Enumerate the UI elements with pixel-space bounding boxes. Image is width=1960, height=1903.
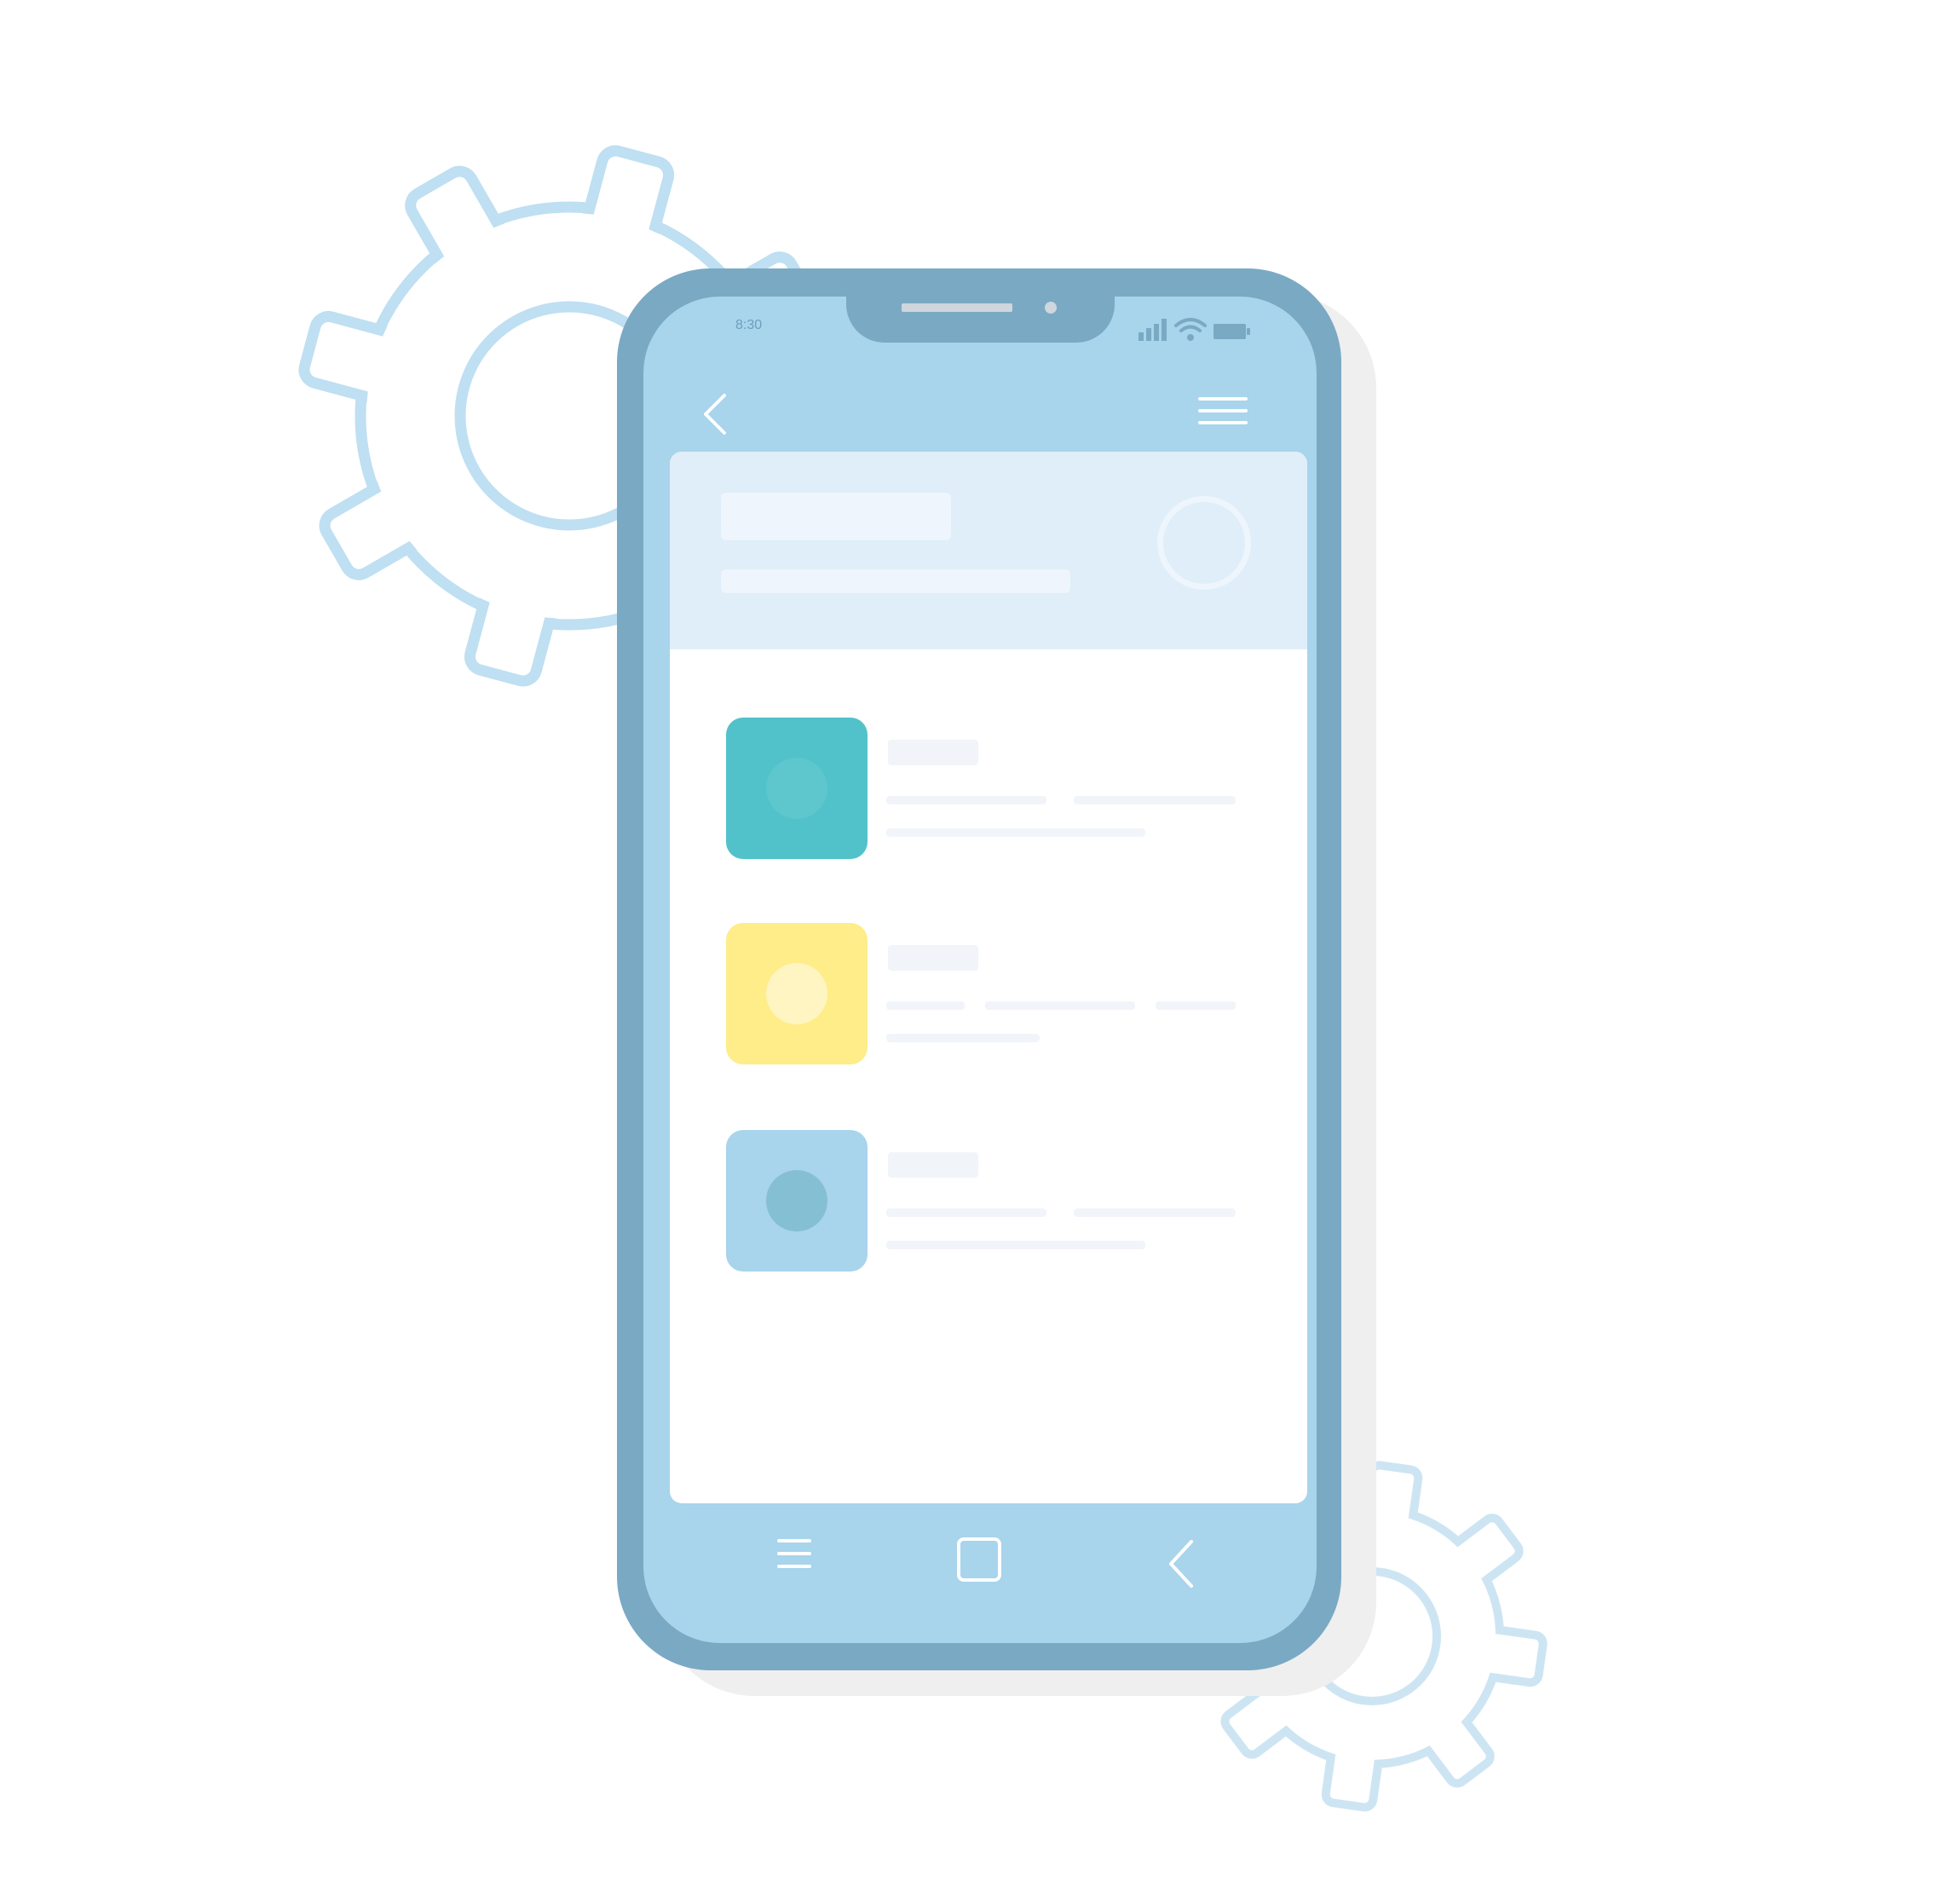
back-button[interactable] [700, 392, 731, 436]
text-line [985, 1001, 1135, 1010]
signal-bars-icon [1139, 319, 1167, 341]
header-title-placeholder [721, 493, 951, 540]
item-thumbnail [726, 923, 868, 1064]
item-title-placeholder [888, 945, 978, 971]
item-thumbnail [726, 718, 868, 859]
status-time: 8:30 [735, 318, 763, 332]
front-camera [1045, 302, 1057, 314]
item-thumbnail [726, 1130, 868, 1272]
avatar[interactable] [1157, 496, 1251, 590]
nav-menu-button[interactable] [777, 1539, 811, 1577]
menu-button[interactable] [1198, 397, 1248, 433]
item-dot [766, 1170, 827, 1231]
text-line [886, 1208, 1046, 1217]
text-line [886, 828, 1145, 837]
item-dot [766, 758, 827, 819]
text-line [886, 796, 1046, 804]
text-line [886, 1001, 965, 1010]
item-title-placeholder [888, 1152, 978, 1178]
wifi-icon [1174, 318, 1207, 341]
nav-back-button[interactable] [1166, 1538, 1196, 1589]
item-dot [766, 963, 827, 1024]
list-item[interactable] [670, 1130, 1307, 1272]
list-item[interactable] [670, 718, 1307, 859]
list-item[interactable] [670, 923, 1307, 1064]
text-line [1074, 796, 1236, 804]
profile-header [670, 452, 1307, 649]
text-line [1156, 1001, 1236, 1010]
text-line [886, 1241, 1145, 1249]
item-title-placeholder [888, 740, 978, 765]
content-card [670, 452, 1307, 1503]
phone-notch [846, 281, 1115, 343]
speaker-grille [902, 303, 1012, 312]
text-line [1074, 1208, 1236, 1217]
nav-home-button[interactable] [957, 1537, 1001, 1582]
text-line [886, 1034, 1040, 1042]
header-subtitle-placeholder [721, 569, 1070, 593]
battery-icon [1213, 324, 1250, 339]
